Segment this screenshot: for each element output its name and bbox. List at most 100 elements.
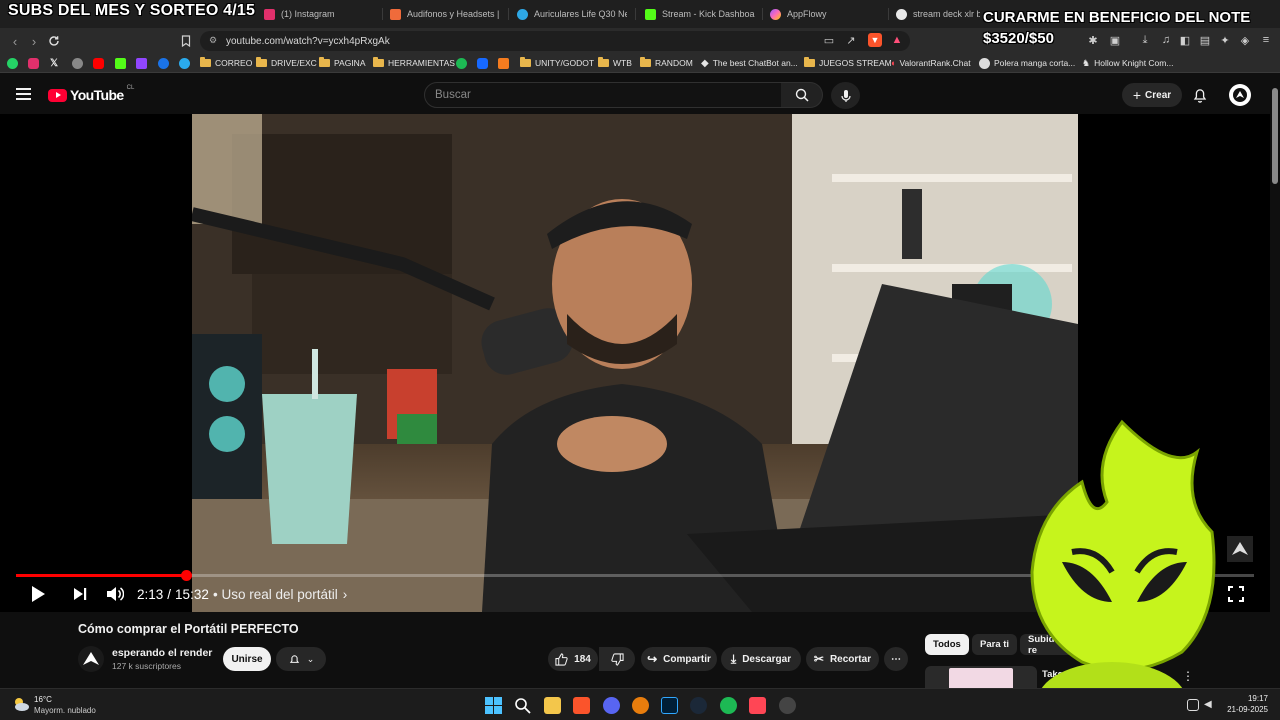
bookmark-whatsapp[interactable] <box>7 56 18 70</box>
wallet-icon[interactable]: ▤ <box>1198 33 1212 47</box>
bookmark-youtube[interactable] <box>93 56 104 70</box>
share-icon[interactable]: ↗ <box>844 33 858 47</box>
bookmark-behance[interactable] <box>477 56 488 70</box>
dislike-button[interactable] <box>599 647 635 671</box>
fullscreen-button[interactable] <box>1228 584 1244 604</box>
bookmark-folder-juegos[interactable]: JUEGOS STREAM <box>804 56 892 70</box>
bookmark-folder-correo[interactable]: CORREO <box>200 56 252 70</box>
account-avatar[interactable] <box>1229 84 1251 106</box>
forward-icon[interactable]: › <box>25 32 43 50</box>
progress-played <box>16 574 186 577</box>
cast-icon[interactable]: ▭ <box>822 33 836 47</box>
subscribe-notifications-button[interactable]: ⌄ <box>276 647 326 671</box>
bookmark-folder-unity[interactable]: UNITY/GODOT <box>520 56 594 70</box>
photoshop-icon[interactable] <box>661 697 678 714</box>
site-info-icon[interactable]: ⚙ <box>209 35 217 46</box>
chapter-button[interactable]: • Uso real del portátil › <box>213 584 347 604</box>
tab-kick[interactable]: Stream - Kick Dashboa <box>645 4 755 24</box>
channel-avatar[interactable] <box>78 646 104 672</box>
channel-name[interactable]: esperando el render <box>112 647 212 659</box>
discord-icon[interactable] <box>603 697 620 714</box>
chip-for-you[interactable]: Para ti <box>972 634 1018 655</box>
blender-icon[interactable] <box>632 697 649 714</box>
taskbar-time[interactable]: 19:17 <box>1240 694 1268 703</box>
bookmark-page-icon[interactable] <box>177 32 195 50</box>
screenshot-icon[interactable]: ▣ <box>1108 33 1122 47</box>
notifications-bell-icon[interactable] <box>1191 86 1209 104</box>
valorant-app-icon[interactable] <box>749 697 766 714</box>
windows-start-icon[interactable] <box>485 697 502 714</box>
video-frame[interactable] <box>192 114 1078 612</box>
scrollbar-thumb[interactable] <box>1272 88 1278 184</box>
search-button[interactable] <box>781 82 823 108</box>
page-scrollbar[interactable] <box>1270 74 1280 688</box>
bookmark-telegram[interactable] <box>179 56 190 70</box>
more-actions-button[interactable]: ⋯ <box>884 647 908 671</box>
weather-description[interactable]: Mayorm. nublado <box>34 706 96 715</box>
file-explorer-icon[interactable] <box>544 697 561 714</box>
bookmark-polera[interactable]: Polera manga corta... <box>979 56 1075 70</box>
speaker-icon[interactable]: ◀ <box>1204 699 1216 711</box>
bookmark-paypal[interactable] <box>158 56 169 70</box>
like-button[interactable]: 184 <box>548 647 598 671</box>
bookmark-folder-pagina[interactable]: PAGINA <box>319 56 366 70</box>
channel-watermark[interactable] <box>1227 536 1253 562</box>
weather-temperature[interactable]: 16°C <box>34 695 52 704</box>
tab-appflowy[interactable]: AppFlowy <box>770 4 880 24</box>
sidebar-icon[interactable]: ◧ <box>1178 33 1192 47</box>
taskbar-date[interactable]: 21-09-2025 <box>1220 705 1268 714</box>
bookmark-chatbot[interactable]: ◆ The best ChatBot an... <box>701 56 798 70</box>
mute-button[interactable] <box>106 584 124 604</box>
steam-icon[interactable] <box>690 697 707 714</box>
leo-ai-icon[interactable]: ✦ <box>1218 33 1232 47</box>
search-input[interactable]: Buscar <box>424 82 782 108</box>
obs-icon[interactable] <box>779 697 796 714</box>
bookmark-folder-herramientas[interactable]: HERRAMIENTAS <box>373 56 455 70</box>
tab-auriculares[interactable]: Auriculares Life Q30 Negr <box>517 4 627 24</box>
chip-all[interactable]: Todos <box>925 634 969 655</box>
downloads-icon[interactable]: ⤓ <box>1138 33 1152 47</box>
download-button[interactable]: ⤓ Descargar <box>721 647 801 671</box>
voice-search-button[interactable] <box>831 82 860 109</box>
tab-google[interactable]: stream deck xlr bundl <box>896 4 980 24</box>
vpn-icon[interactable]: ◈ <box>1238 33 1252 47</box>
progress-scrubber[interactable] <box>180 570 192 581</box>
bookmark-kick[interactable] <box>115 56 126 70</box>
create-button[interactable]: + Crear <box>1122 83 1182 107</box>
brave-browser-icon[interactable] <box>573 697 590 714</box>
join-button[interactable]: Unirse <box>223 647 271 671</box>
weather-icon[interactable] <box>12 695 30 713</box>
tab-instagram[interactable]: (1) Instagram <box>264 4 374 24</box>
bookmark-folder-random[interactable]: RANDOM <box>640 56 693 70</box>
taskbar-search-icon[interactable] <box>514 697 531 714</box>
music-icon[interactable]: ♫ <box>1159 33 1173 47</box>
bookmark-folder-drive[interactable]: DRIVE/EXC <box>256 56 317 70</box>
youtube-logo[interactable]: YouTube CL <box>48 85 134 103</box>
bookmark-orange-app[interactable] <box>498 56 509 70</box>
brave-shield-icon[interactable]: ▼ <box>868 33 882 47</box>
bookmark-apple[interactable] <box>72 56 83 70</box>
network-icon[interactable] <box>1187 699 1199 711</box>
bookmark-valorant[interactable]: ◖ ValorantRank.Chat <box>890 56 971 70</box>
bookmark-folder-wtb[interactable]: WTB <box>598 56 632 70</box>
bookmark-hollow-knight[interactable]: ♞ Hollow Knight Com... <box>1082 56 1173 70</box>
back-icon[interactable]: ‹ <box>6 32 24 50</box>
bookmark-label: Polera manga corta... <box>994 58 1076 68</box>
next-button[interactable] <box>72 584 88 604</box>
spotify-icon[interactable] <box>720 697 737 714</box>
bookmark-green-app[interactable] <box>456 56 467 70</box>
tab-audifonos[interactable]: Audifonos y Headsets | So <box>390 4 500 24</box>
bookmark-twitch[interactable] <box>136 56 147 70</box>
bookmark-x[interactable]: 𝕏 <box>50 56 58 70</box>
brave-rewards-icon[interactable]: ▲ <box>890 33 904 47</box>
play-button[interactable] <box>30 584 46 604</box>
reload-icon[interactable] <box>45 32 63 50</box>
extensions-icon[interactable]: ✱ <box>1086 33 1100 47</box>
hamburger-menu-icon[interactable] <box>16 88 31 100</box>
menu-icon[interactable]: ≡ <box>1259 33 1273 47</box>
share-button[interactable]: ↪ Compartir <box>641 647 717 671</box>
address-bar[interactable]: ⚙ youtube.com/watch?v=ycxh4pRxgAk <box>200 31 910 51</box>
bookmark-instagram[interactable] <box>28 56 39 70</box>
create-label: Crear <box>1145 89 1172 101</box>
clip-button[interactable]: ✂ Recortar <box>806 647 879 671</box>
